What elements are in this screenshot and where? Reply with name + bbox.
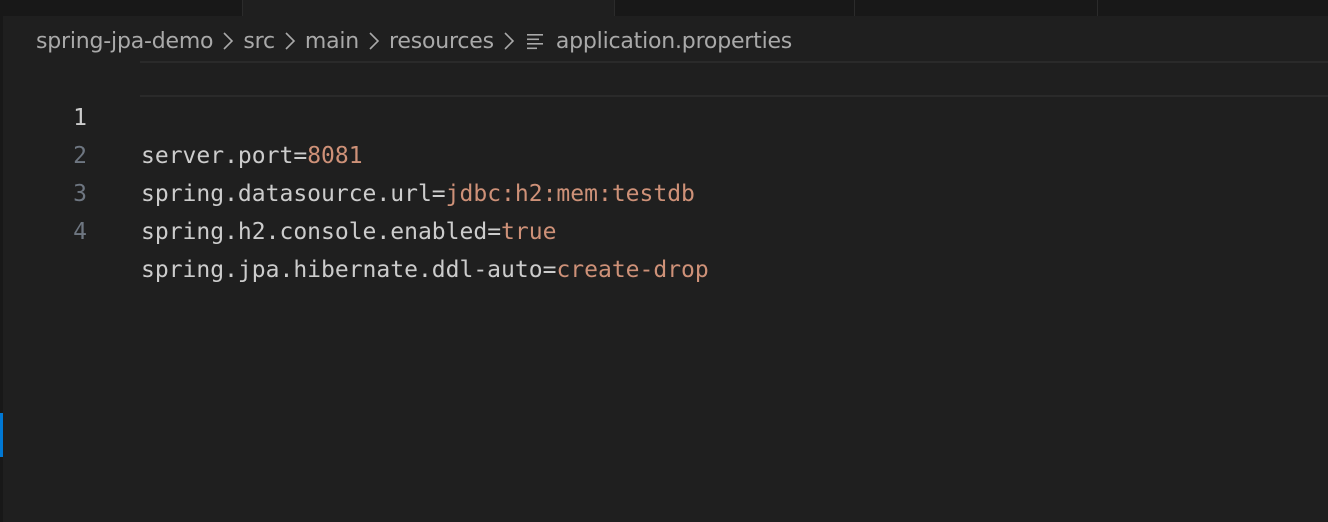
chevron-right-icon — [359, 26, 389, 56]
breadcrumb-item-file[interactable]: application.properties — [556, 29, 792, 54]
chevron-right-icon — [275, 26, 305, 56]
tab[interactable] — [855, 0, 1098, 16]
equals-sign: = — [542, 257, 557, 283]
scroll-position-indicator — [0, 413, 3, 457]
property-value: true — [501, 219, 557, 245]
breadcrumb-item-src[interactable]: src — [243, 29, 275, 54]
breadcrumb: spring-jpa-demo src main resources appli… — [36, 22, 792, 60]
code-line[interactable]: 3 spring.h2.console.enabled=true — [0, 137, 1328, 245]
property-key: spring.h2.console.enabled — [141, 219, 488, 245]
property-key: spring.jpa.hibernate.ddl-auto — [141, 257, 543, 283]
line-content[interactable]: spring.h2.console.enabled=true — [141, 213, 556, 251]
tab-active[interactable] — [243, 0, 615, 16]
breadcrumb-item-resources[interactable]: resources — [389, 29, 494, 54]
tab[interactable] — [615, 0, 855, 16]
breadcrumb-item-main[interactable]: main — [305, 29, 359, 54]
chevron-right-icon — [213, 26, 243, 56]
code-line[interactable]: 4 spring.jpa.hibernate.ddl-auto=create-d… — [0, 175, 1328, 283]
code-editor[interactable]: 1 server.port=8081 2 spring.datasource.u… — [0, 61, 1328, 522]
code-line[interactable]: 2 spring.datasource.url=jdbc:h2:mem:test… — [0, 99, 1328, 207]
tab[interactable] — [0, 0, 243, 16]
property-value: create-drop — [556, 257, 709, 283]
breadcrumb-item-project[interactable]: spring-jpa-demo — [36, 29, 214, 54]
properties-file-icon — [526, 32, 544, 50]
equals-sign: = — [487, 219, 502, 245]
tab-bar — [0, 0, 1328, 16]
code-line[interactable]: 1 server.port=8081 — [0, 61, 1328, 169]
line-number: 4 — [73, 219, 87, 245]
tab[interactable] — [1098, 0, 1328, 16]
chevron-right-icon — [494, 26, 524, 56]
line-content[interactable]: spring.jpa.hibernate.ddl-auto=create-dro… — [141, 251, 709, 289]
